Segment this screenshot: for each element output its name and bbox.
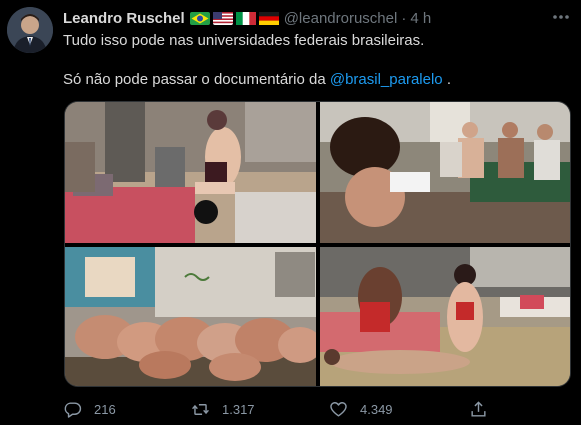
tweet-text-line2: Só não pode passar o documentário da @br…: [63, 70, 451, 90]
media-photo-2[interactable]: [320, 102, 570, 243]
avatar[interactable]: [7, 7, 53, 53]
germany-flag-icon: [258, 11, 279, 25]
share-button[interactable]: [469, 398, 488, 420]
tweet-text-prefix: Só não pode passar o documentário da: [63, 71, 330, 88]
timestamp[interactable]: 4 h: [410, 10, 431, 27]
italy-flag-icon: [235, 11, 256, 25]
share-icon: [471, 400, 486, 417]
usa-flag-icon: [212, 11, 233, 25]
reply-icon: [64, 401, 82, 418]
more-options-button[interactable]: [548, 6, 574, 28]
display-name[interactable]: Leandro Ruschel: [63, 10, 185, 27]
mention-link[interactable]: @brasil_paralelo: [330, 71, 443, 88]
media-photo-3[interactable]: [65, 247, 316, 386]
retweet-count: 1.317: [222, 401, 255, 417]
media-photo-1[interactable]: [65, 102, 316, 243]
tweet-text-line1: Tudo isso pode nas universidades federai…: [63, 32, 425, 49]
media-grid: [64, 101, 571, 387]
reply-button[interactable]: 216: [63, 398, 116, 420]
tweet-text-suffix: .: [442, 71, 451, 88]
separator-dot: ·: [401, 9, 407, 27]
more-dots-icon: [553, 15, 569, 19]
retweet-icon: [192, 403, 209, 415]
media-photo-4[interactable]: [320, 247, 570, 386]
like-count: 4.349: [360, 401, 393, 417]
handle[interactable]: @leandroruschel: [284, 10, 398, 27]
like-button[interactable]: 4.349: [329, 398, 393, 420]
tweet-header: Leandro Ruschel @leandroruschel · 4 h: [63, 8, 431, 28]
tweet-actions: 216 1.317 4.349: [63, 398, 543, 420]
tweet: Leandro Ruschel @leandroruschel · 4 h Tu…: [0, 0, 581, 425]
flag-emojis: [189, 11, 279, 25]
brazil-flag-icon: [189, 11, 210, 25]
retweet-button[interactable]: 1.317: [191, 398, 255, 420]
heart-icon: [330, 401, 347, 417]
reply-count: 216: [94, 401, 116, 417]
